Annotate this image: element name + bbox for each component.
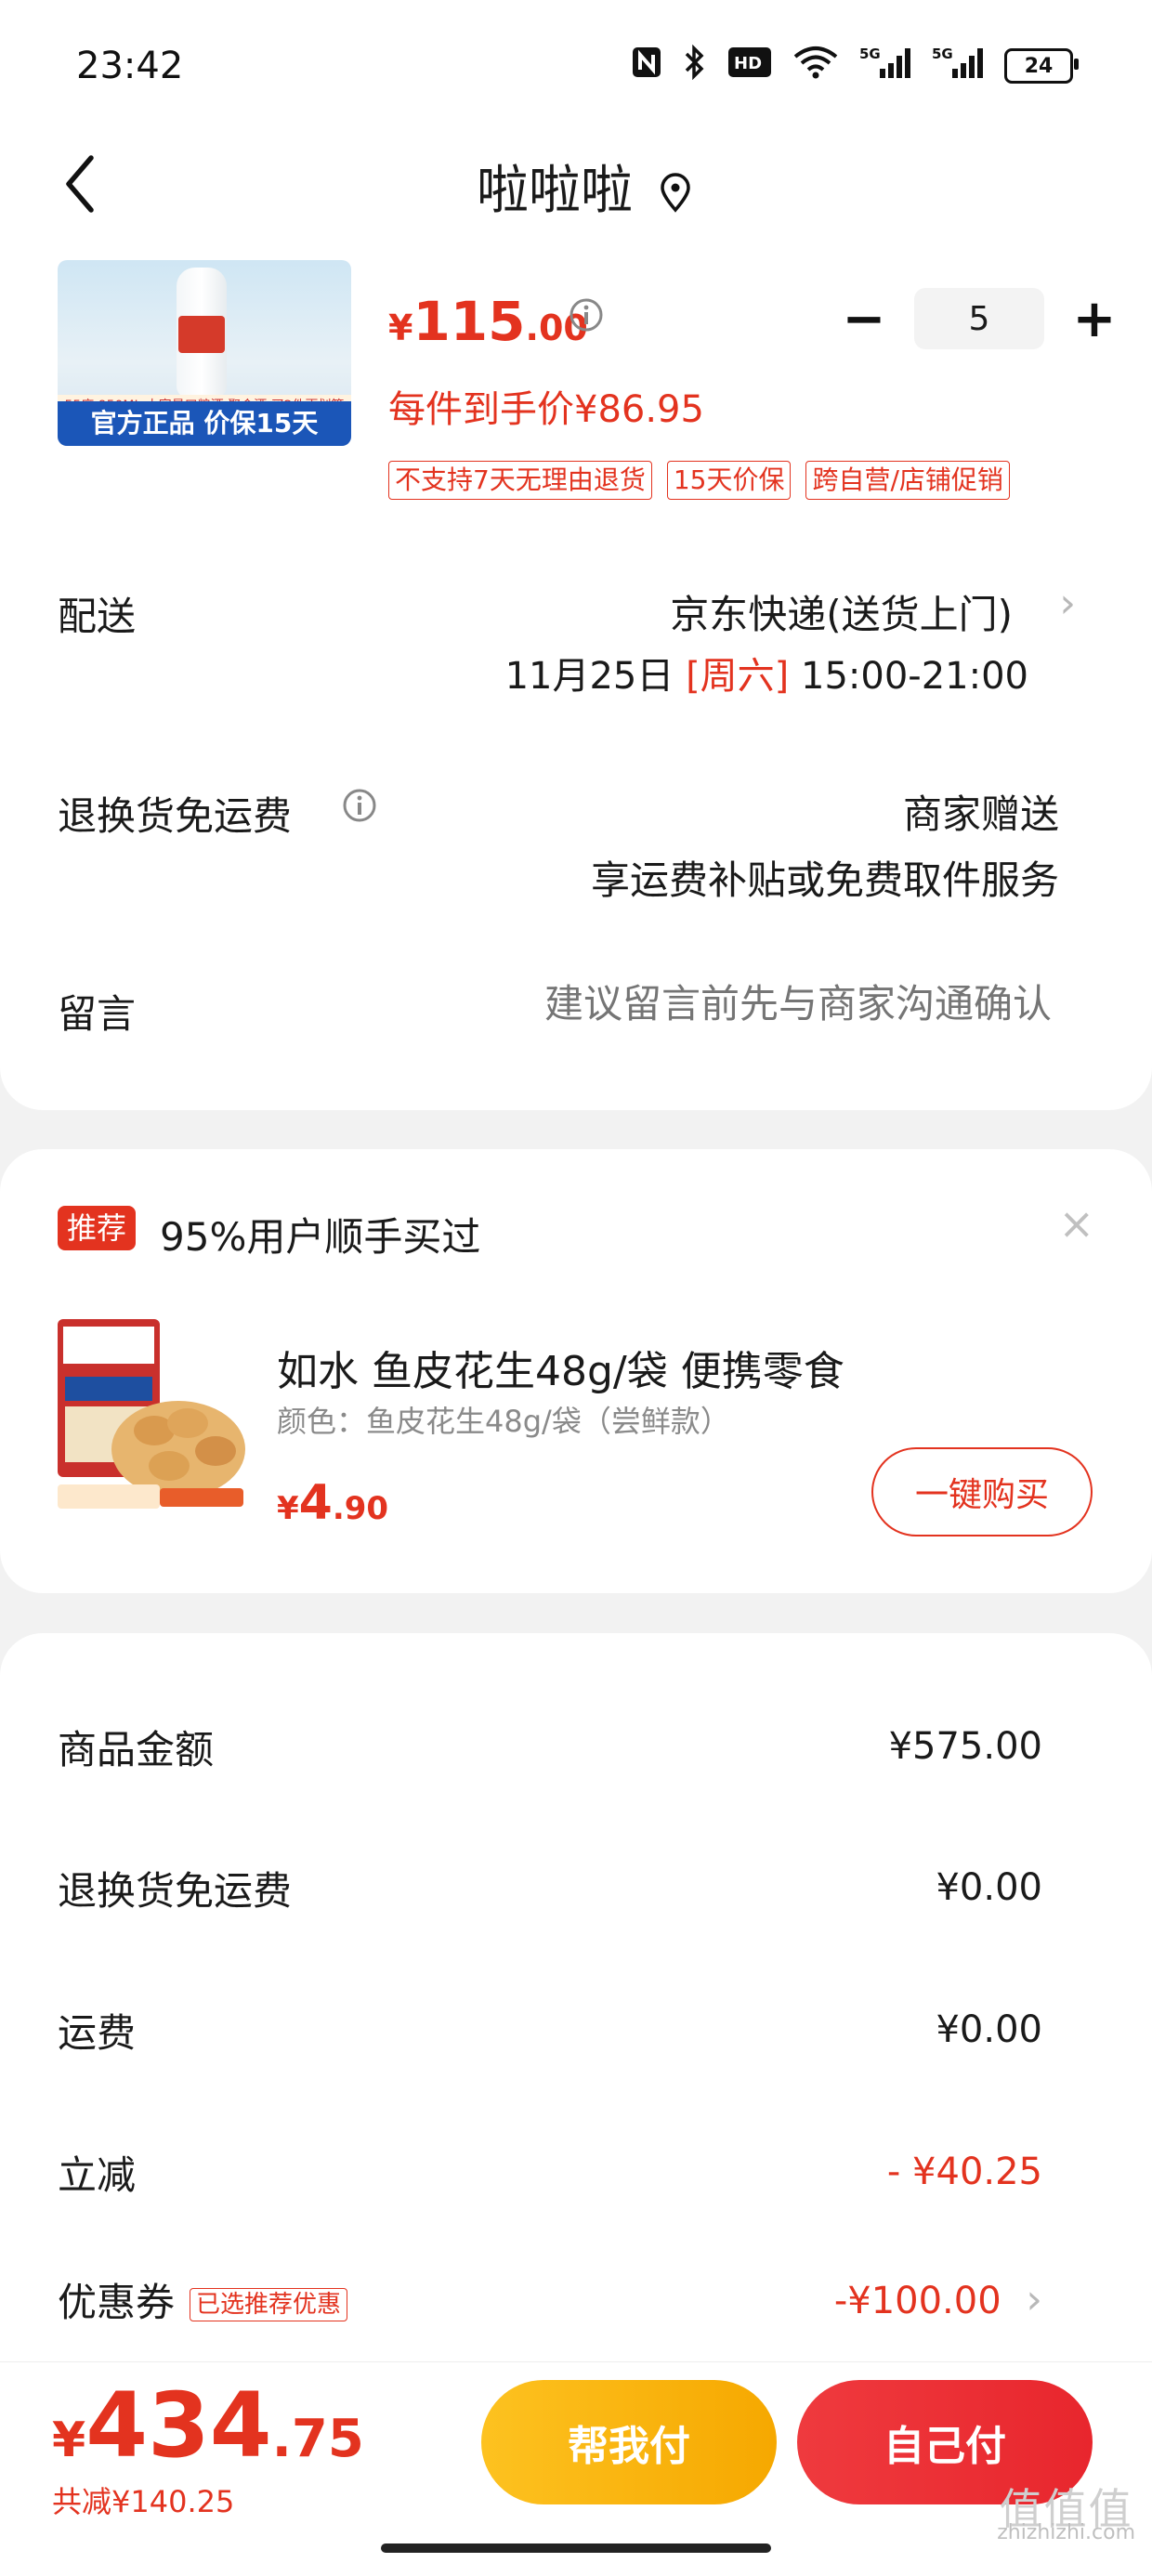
- recommend-product-name[interactable]: 如水 鱼皮花生48g/袋 便携零食: [277, 1338, 844, 1397]
- summary-row-shipping: 运费 ¥0.00: [58, 1997, 1042, 2062]
- delivery-weekday: [周六]: [686, 655, 790, 698]
- summary-label: 运费: [58, 2009, 137, 2056]
- price-currency: ¥: [388, 307, 413, 348]
- thumbnail-banner: 官方正品 价保15天: [58, 401, 351, 446]
- total-integer: 434: [85, 2373, 272, 2478]
- summary-value: ¥575.00: [888, 1725, 1042, 1768]
- return-fee-value: 商家赠送: [902, 791, 1059, 837]
- watermark-url: zhizhizhi.com: [997, 2521, 1135, 2544]
- delivery-time[interactable]: 11月25日 [周六] 15:00-21:00: [505, 646, 1028, 700]
- svg-text:5G: 5G: [932, 46, 953, 62]
- product-thumbnail[interactable]: 55度 950ML 大容量口粮酒 聚会酒 买2件更划算 官方正品 价保15天: [58, 260, 351, 446]
- summary-row-discount: 立减 - ¥40.25: [58, 2139, 1042, 2204]
- close-icon[interactable]: ×: [1058, 1198, 1094, 1249]
- increase-button[interactable]: +: [1067, 289, 1122, 349]
- summary-label: 退换货免运费: [58, 1867, 293, 1914]
- summary-value: ¥0.00: [936, 2008, 1042, 2051]
- recommend-product-spec: 颜色：鱼皮花生48g/袋（尝鲜款）: [277, 1404, 730, 1439]
- nfc-icon: [631, 46, 662, 86]
- help-pay-button[interactable]: 帮我付: [481, 2380, 777, 2504]
- delivery-method[interactable]: 京东快递(送货上门): [670, 583, 1013, 640]
- wifi-icon: [792, 46, 839, 86]
- return-fee-label: 退换货免运费: [58, 793, 293, 839]
- tag-price-protect: 15天价保: [666, 461, 792, 500]
- coupon-value-group: -¥100.00 ›: [834, 2276, 1042, 2323]
- quantity-stepper: − 5 +: [836, 288, 1122, 349]
- recommend-text: 95%用户顺手买过: [160, 1214, 481, 1260]
- summary-label: 立减: [58, 2151, 137, 2198]
- recommend-badge: 推荐: [58, 1206, 137, 1250]
- location-pin-icon[interactable]: [657, 166, 694, 213]
- recommend-price: ¥4.90: [277, 1475, 388, 1531]
- signal-5g-icon: 5G: [859, 45, 911, 87]
- status-icons: HD 5G 5G 24: [631, 44, 1079, 87]
- summary-value: - ¥40.25: [886, 2151, 1042, 2193]
- summary-row-goods: 商品金额 ¥575.00: [58, 1714, 1042, 1779]
- tag-promotion: 跨自营/店铺促销: [805, 461, 1010, 500]
- price-info-icon[interactable]: [569, 297, 604, 333]
- per-item-price: 每件到手价¥86.95: [388, 388, 704, 431]
- home-indicator[interactable]: [381, 2543, 771, 2553]
- rec-price-integer: 4: [298, 1475, 333, 1531]
- svg-text:5G: 5G: [859, 46, 881, 62]
- delivery-date: 11月25日: [504, 655, 687, 698]
- price-integer: 115: [412, 290, 526, 353]
- coupon-label-group: 优惠券 已选推荐优惠: [58, 2271, 348, 2328]
- one-click-buy-button[interactable]: 一键购买: [871, 1447, 1093, 1536]
- watermark: 值值值 zhizhizhi.com: [997, 2484, 1135, 2545]
- quantity-input[interactable]: 5: [914, 288, 1044, 349]
- total-currency: ¥: [52, 2413, 86, 2468]
- bottle-label: [178, 316, 225, 353]
- product-tags: 不支持7天无理由退货 15天价保 跨自营/店铺促销: [388, 461, 1010, 500]
- summary-row-coupon[interactable]: 优惠券 已选推荐优惠 -¥100.00 ›: [58, 2267, 1042, 2332]
- chevron-right-icon[interactable]: ›: [1026, 2276, 1042, 2323]
- product-price: ¥115.00: [388, 290, 588, 353]
- watermark-mark: 值值值: [999, 2484, 1133, 2534]
- title-text: 啦啦啦: [477, 161, 633, 221]
- summary-value: ¥0.00: [936, 1866, 1042, 1909]
- summary-value: -¥100.00: [833, 2279, 1001, 2322]
- return-fee-info-icon[interactable]: [342, 788, 377, 823]
- status-time: 23:42: [76, 45, 184, 87]
- svg-text:HD: HD: [734, 54, 762, 73]
- battery-icon: 24: [1004, 48, 1079, 84]
- tag-no-return: 不支持7天无理由退货: [388, 461, 652, 500]
- rec-price-decimal: .90: [332, 1490, 389, 1527]
- page-title: 啦啦啦: [0, 149, 1152, 224]
- message-input[interactable]: [401, 981, 1052, 1026]
- delivery-time-range: 15:00-21:00: [789, 655, 1028, 698]
- total-saved: 共减¥140.25: [52, 2484, 235, 2519]
- total-decimal: .75: [271, 2409, 364, 2469]
- return-fee-detail: 享运费补贴或免费取件服务: [590, 857, 1059, 903]
- recommend-product-image[interactable]: [58, 1319, 253, 1514]
- rec-price-currency: ¥: [277, 1490, 299, 1527]
- decrease-button[interactable]: −: [836, 289, 892, 349]
- bluetooth-icon: [683, 44, 707, 87]
- message-label: 留言: [58, 991, 137, 1037]
- hd-icon: HD: [727, 46, 772, 85]
- summary-row-return-fee: 退换货免运费 ¥0.00: [58, 1855, 1042, 1920]
- coupon-badge: 已选推荐优惠: [190, 2288, 348, 2321]
- signal-5g-icon: 5G: [932, 45, 984, 87]
- summary-label: 优惠券: [58, 2279, 176, 2325]
- delivery-label: 配送: [58, 594, 137, 639]
- chevron-right-icon[interactable]: ›: [1059, 580, 1076, 627]
- summary-label: 商品金额: [58, 1726, 215, 1772]
- total-price: ¥434.75: [52, 2373, 364, 2478]
